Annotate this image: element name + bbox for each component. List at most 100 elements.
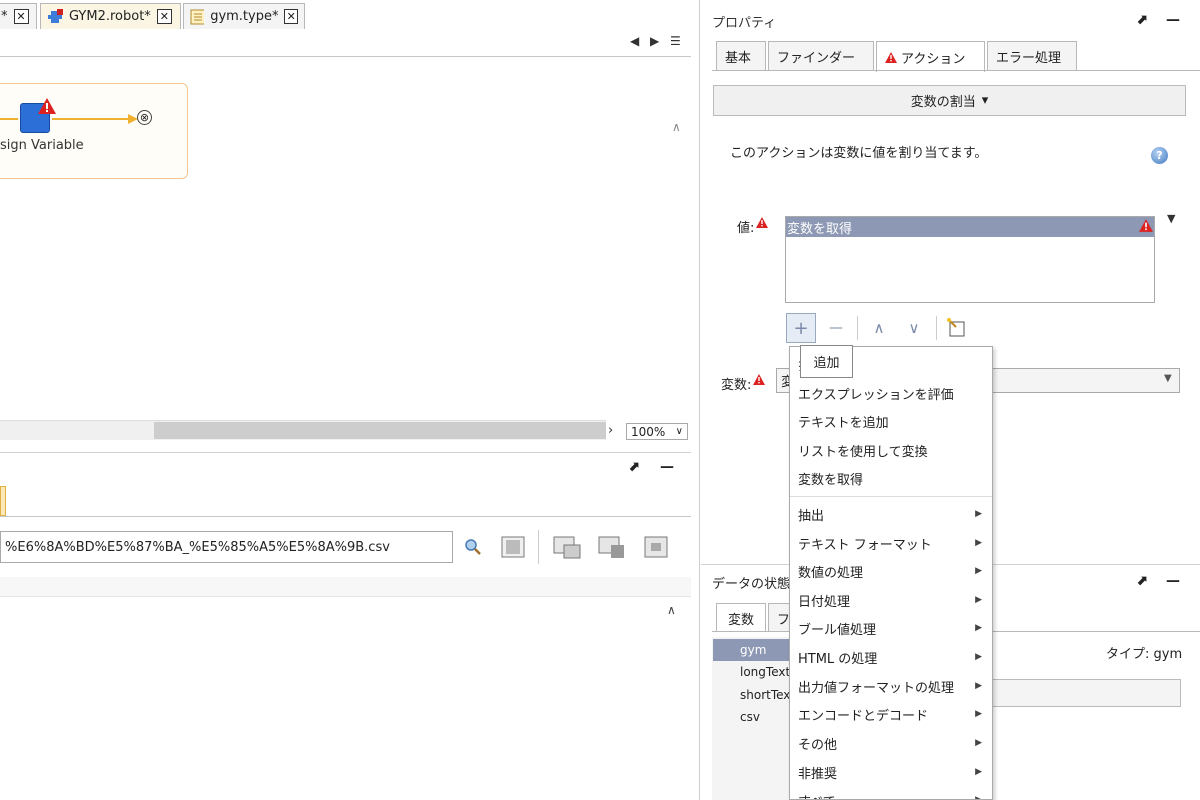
page-icon[interactable] [500,535,526,559]
window-zoom-icon[interactable] [643,535,669,559]
value-list-item[interactable]: 変数を取得 [786,217,1154,237]
submenu-arrow-icon: ▶ [975,652,982,662]
url-input[interactable]: %E6%8A%BD%E5%87%BA_%E5%85%A5%E5%8A%9B.cs… [0,531,453,563]
lower-view-tab[interactable] [0,486,6,516]
list-item[interactable]: csv [713,706,793,728]
warning-icon [756,217,769,228]
minimize-icon[interactable]: — [1166,12,1180,28]
menu-item-label: テキスト フォーマット [798,537,932,553]
maximize-icon[interactable]: ⬈ [1136,12,1148,28]
menu-item-encode-decode[interactable]: エンコードとデコード ▶ [790,700,992,728]
divider [936,316,937,340]
search-icon[interactable] [460,535,486,559]
end-node[interactable]: ⊗ [137,110,152,125]
action-select[interactable]: 変数の割当 ▾ [713,85,1186,116]
tab-scroll-right-icon[interactable]: ▶ [650,34,659,48]
submenu-arrow-icon: ▶ [975,566,982,576]
chevron-down-icon: ▾ [981,93,989,108]
menu-item-add-text[interactable]: テキストを追加 [790,407,992,435]
help-icon[interactable]: ? [1151,147,1168,164]
scrollbar-thumb[interactable] [154,422,606,439]
action-select-label: 変数の割当 [910,95,976,110]
tab-action[interactable]: アクション [876,41,985,72]
window-delete-icon[interactable] [597,535,627,559]
warning-icon [885,51,897,63]
menu-item-html-handling[interactable]: HTML の処理 ▶ [790,643,992,671]
menu-item-number-handling[interactable]: 数値の処理 ▶ [790,557,992,585]
submenu-arrow-icon: ▶ [975,767,982,777]
zoom-value: 100% [631,424,666,439]
menu-item-all[interactable]: すべて ▶ [790,786,992,800]
list-item[interactable]: longText [713,661,793,683]
zoom-select[interactable]: 100% ∨ [626,423,688,440]
action-description: このアクションは変数に値を割り当てます。 [730,146,988,161]
close-icon[interactable]: ✕ [284,9,298,24]
menu-item-deprecated[interactable]: 非推奨 ▶ [790,758,992,786]
tab-basic[interactable]: 基本 [716,41,766,71]
submenu-arrow-icon: ▶ [975,681,982,691]
menu-item-output-format[interactable]: 出力値フォーマットの処理 ▶ [790,672,992,700]
close-icon[interactable]: ✕ [13,9,29,24]
tab-label: 基本 [725,51,752,66]
properties-title: プロパティ [712,16,777,31]
editor-tab-bar [0,27,691,57]
menu-item-label: 数値の処理 [798,565,864,581]
menu-item-evaluate-expression[interactable]: エクスプレッションを評価 [790,379,992,407]
window-export-icon[interactable] [552,535,582,559]
editor-tab-label: * [1,9,8,24]
minimize-icon[interactable]: — [1166,573,1180,589]
menu-item-get-variable[interactable]: 変数を取得 [790,464,992,492]
divider [712,70,1200,71]
menu-item-label: テキストを追加 [798,415,889,431]
edit-expression-icon[interactable] [946,317,968,339]
move-up-button[interactable]: ∧ [864,313,894,343]
type-field[interactable] [992,679,1181,707]
minimize-icon[interactable]: — [660,459,674,475]
menu-item-other[interactable]: その他 ▶ [790,729,992,757]
robot-flow-canvas[interactable]: ⊗ sign Variable ∧ ∨ [0,58,691,472]
menu-item-label: エクスプレッションを評価 [798,387,954,403]
close-icon[interactable]: ✕ [156,9,172,24]
chevron-down-icon[interactable]: ▼ [1164,373,1172,384]
chevron-down-icon: ∨ [675,426,683,437]
editor-tab-hidden[interactable]: * ✕ [0,3,37,29]
tab-error-handling[interactable]: エラー処理 [987,41,1077,71]
list-item[interactable]: shortText [713,684,793,706]
maximize-icon[interactable]: ⬈ [628,459,640,475]
flow-connector [52,118,132,120]
menu-item-date-handling[interactable]: 日付処理 ▶ [790,586,992,614]
remove-button[interactable]: — [821,313,851,343]
list-item[interactable]: gym [713,639,793,661]
tooltip: 追加 [800,345,853,378]
submenu-arrow-icon: ▶ [975,509,982,519]
tab-scroll-left-icon[interactable]: ◀ [630,34,639,48]
submenu-arrow-icon: ▶ [975,709,982,719]
move-down-button[interactable]: ∨ [899,313,929,343]
type-file-icon [190,9,205,24]
editor-tab-gym-type[interactable]: gym.type* ✕ [183,3,305,29]
warning-icon [38,98,56,114]
warning-icon [753,374,766,385]
value-label: 値: [737,217,769,236]
add-button[interactable]: + [786,313,816,343]
menu-item-extract[interactable]: 抽出 ▶ [790,500,992,528]
tab-variables[interactable]: 変数 [716,603,766,632]
divider [0,516,691,517]
tab-finder[interactable]: ファインダー [768,41,874,71]
scroll-up-icon[interactable]: ∧ [672,120,681,134]
menu-item-convert-using-list[interactable]: リストを使用して変換 [790,436,992,464]
scroll-right-icon[interactable]: › [608,423,613,438]
data-state-title: データの状態 [712,577,791,592]
menu-separator [790,496,992,497]
submenu-arrow-icon: ▶ [975,538,982,548]
tab-list-icon[interactable]: ☰ [670,34,681,48]
type-label: タイプ: gym [1106,647,1183,662]
lower-view-content [0,577,691,800]
menu-item-label: 抽出 [798,508,825,524]
editor-tab-gym2-robot[interactable]: GYM2.robot* ✕ [40,3,181,29]
dropdown-arrow-icon[interactable]: ▼ [1167,212,1175,225]
maximize-icon[interactable]: ⬈ [1136,573,1148,589]
menu-item-text-format[interactable]: テキスト フォーマット ▶ [790,529,992,557]
scroll-up-icon[interactable]: ∧ [667,603,676,617]
menu-item-boolean-handling[interactable]: ブール値処理 ▶ [790,614,992,642]
